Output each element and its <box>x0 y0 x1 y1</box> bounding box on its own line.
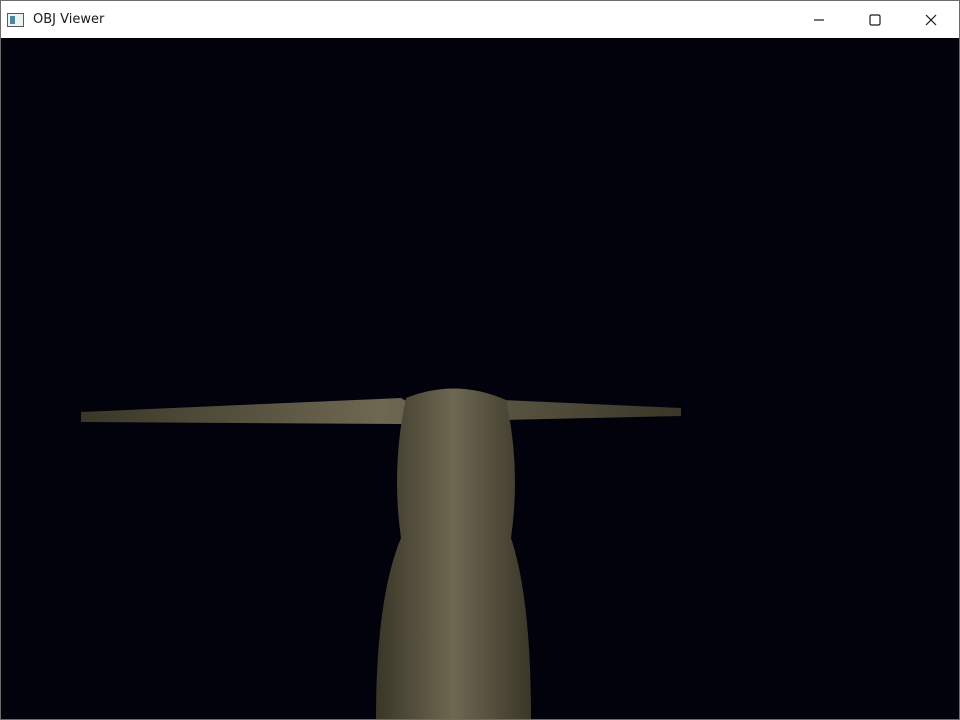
scene-canvas <box>81 388 681 719</box>
app-icon <box>7 12 24 27</box>
minimize-icon <box>814 18 824 21</box>
close-icon <box>925 14 937 25</box>
close-button[interactable] <box>903 1 959 38</box>
title-bar[interactable]: OBJ Viewer <box>1 1 959 38</box>
maximize-icon <box>869 13 881 26</box>
mannequin-arms <box>81 398 681 426</box>
obj-viewer-window: OBJ Viewer <box>0 0 960 720</box>
render-viewport[interactable] <box>1 38 959 719</box>
maximize-button[interactable] <box>847 1 903 38</box>
placeholder-mannequin <box>81 388 681 719</box>
minimize-button[interactable] <box>791 1 847 38</box>
window-controls <box>791 1 959 38</box>
mannequin-torso <box>376 388 531 719</box>
window-title: OBJ Viewer <box>33 12 105 27</box>
